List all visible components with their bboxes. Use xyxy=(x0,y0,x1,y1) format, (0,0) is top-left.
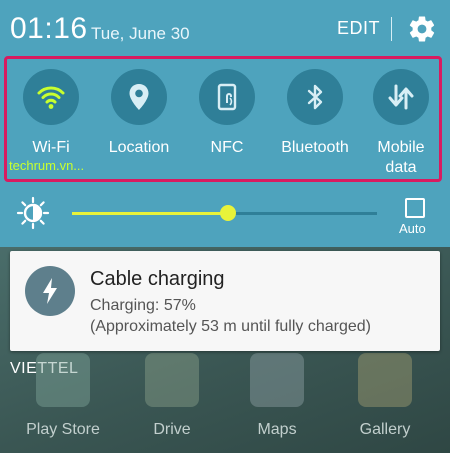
notification-charge-estimate: (Approximately 53 m until fully charged) xyxy=(90,318,372,335)
app-label-play-store: Play Store xyxy=(26,421,100,438)
nfc-icon xyxy=(217,83,237,111)
gallery-app-icon[interactable] xyxy=(358,353,412,407)
clock-time: 01:16 xyxy=(10,12,88,45)
tile-label-location: Location xyxy=(108,139,170,156)
auto-brightness-checkbox[interactable] xyxy=(405,198,425,218)
edit-button[interactable]: EDIT xyxy=(337,18,380,39)
drive-app-icon[interactable] xyxy=(145,353,199,407)
header-divider xyxy=(391,17,392,41)
brightness-sun-icon xyxy=(16,196,50,230)
quick-settings-highlight: Wi-Fi Location NFC Bluetooth Mobile data… xyxy=(4,56,442,182)
clock-date: Tue, June 30 xyxy=(91,24,190,43)
location-tile-circle[interactable] xyxy=(111,69,167,125)
charging-notification[interactable]: Cable charging Charging: 57% (Approximat… xyxy=(10,251,440,351)
app-label-maps: Maps xyxy=(257,421,297,438)
app-label-gallery: Gallery xyxy=(359,421,411,438)
charging-notification-icon-circle xyxy=(25,266,75,316)
tile-label-nfc: NFC xyxy=(210,139,244,156)
brightness-row: Auto xyxy=(0,190,450,240)
tile-label-bluetooth: Bluetooth xyxy=(281,139,349,156)
play-store-app-icon[interactable] xyxy=(36,353,90,407)
nfc-tile-circle[interactable] xyxy=(199,69,255,125)
auto-brightness-label: Auto xyxy=(399,221,426,236)
location-pin-icon xyxy=(129,84,149,110)
watermark-text: techrum.vn... xyxy=(9,158,85,173)
wifi-icon xyxy=(37,86,65,109)
settings-gear-icon[interactable] xyxy=(407,14,437,44)
app-label-drive: Drive xyxy=(153,421,191,438)
brightness-slider-fill xyxy=(72,212,228,215)
notification-title: Cable charging xyxy=(90,268,225,290)
status-header: 01:16 Tue, June 30 EDIT xyxy=(0,0,450,54)
tile-label-mobile-data: Mobile data xyxy=(377,139,425,176)
tile-mobile-data[interactable]: Mobile data xyxy=(361,69,441,178)
mobile-data-icon xyxy=(388,84,414,110)
tile-bluetooth[interactable]: Bluetooth xyxy=(275,69,355,158)
tile-location[interactable]: Location xyxy=(99,69,179,158)
tile-label-wifi: Wi-Fi xyxy=(32,139,70,156)
bluetooth-tile-circle[interactable] xyxy=(287,69,343,125)
tile-nfc[interactable]: NFC xyxy=(187,69,267,158)
tile-wifi[interactable]: Wi-Fi xyxy=(11,69,91,158)
bluetooth-icon xyxy=(307,84,323,110)
brightness-slider[interactable] xyxy=(72,205,377,221)
brightness-slider-thumb[interactable] xyxy=(219,205,236,221)
mobile-data-tile-circle[interactable] xyxy=(373,69,429,125)
lightning-bolt-icon xyxy=(43,278,57,304)
notification-charge-level: Charging: 57% xyxy=(90,297,196,314)
notification-panel: 01:16 Tue, June 30 EDIT Wi-Fi Location N… xyxy=(0,0,450,247)
wifi-tile-circle[interactable] xyxy=(23,69,79,125)
maps-app-icon[interactable] xyxy=(250,353,304,407)
